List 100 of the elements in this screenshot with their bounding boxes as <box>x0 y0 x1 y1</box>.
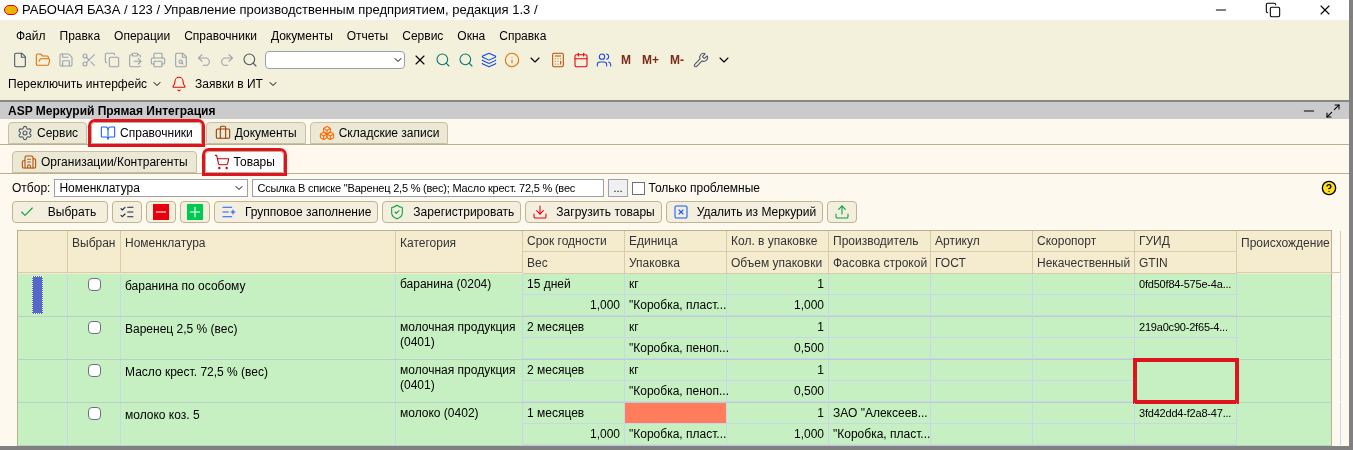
row-checkbox[interactable] <box>87 278 101 291</box>
boxes-icon[interactable] <box>318 125 335 141</box>
menu-item[interactable]: Операции <box>114 27 171 45</box>
table-cell: баранина по особому <box>125 279 246 293</box>
window-title: РАБОЧАЯ БАЗА / 123 / Управление производственным предприятием, редакция 1.3 / <box>22 1 538 20</box>
table-cell: "Коробка, пеноп... <box>625 381 727 402</box>
find-previous-icon[interactable] <box>458 52 474 68</box>
table-cell: 219a0c90-2f65-4... <box>1135 317 1237 338</box>
memory-button[interactable]: M <box>619 51 633 69</box>
memory-button[interactable]: M- <box>668 51 686 69</box>
menu-item[interactable]: Отчеты <box>346 27 389 45</box>
menu-item[interactable]: Справочники <box>184 27 257 45</box>
column-header[interactable]: Производитель <box>829 231 930 252</box>
table-cell: "Коробка, пласт... <box>625 295 727 316</box>
problem-only-checkbox[interactable] <box>631 181 645 195</box>
tab[interactable]: Товары <box>204 151 284 173</box>
find-next-icon[interactable] <box>435 52 451 68</box>
column-header[interactable]: Упаковка <box>625 252 726 273</box>
checklist-icon[interactable] <box>119 204 135 220</box>
menu-item[interactable]: Сервис <box>402 27 444 45</box>
info-icon[interactable] <box>504 52 520 68</box>
column-header[interactable]: ГОСТ <box>931 252 1032 273</box>
row-checkbox[interactable] <box>87 321 101 334</box>
tab[interactable]: Организации/Контрагенты <box>12 151 197 173</box>
building-icon[interactable] <box>21 154 37 170</box>
column-header[interactable]: Единица <box>625 231 726 252</box>
table-cell: 1,000 <box>727 295 829 316</box>
table-cell: 0,500 <box>727 381 829 402</box>
book-icon[interactable] <box>100 125 117 141</box>
menu-item[interactable]: Документы <box>270 27 333 45</box>
memory-button[interactable]: M+ <box>640 51 661 69</box>
filter-value-field[interactable]: Ссылка В списке "Варенец 2,5 % (вес); Масло крест. 72,5 % (вес <box>252 179 605 197</box>
action-button[interactable]: Зарегистрировать <box>382 201 522 223</box>
icon-button[interactable] <box>146 201 176 223</box>
tab[interactable]: Складские записи <box>309 122 449 144</box>
preview-icon[interactable] <box>173 52 189 68</box>
column-header[interactable]: Кол. в упаковке <box>727 231 828 252</box>
it-requests-button[interactable]: Заявки в ИТ <box>195 75 279 93</box>
save-icon[interactable] <box>58 52 74 68</box>
checkbox-label: Только проблемные <box>648 180 761 197</box>
column-header[interactable]: Объем упаковки <box>727 252 828 273</box>
wrench-icon[interactable] <box>693 52 709 68</box>
new-document-icon[interactable] <box>12 52 28 68</box>
column-header[interactable]: Фасовка строкой <box>829 252 930 273</box>
filter-label: Отбор: <box>12 180 51 197</box>
column-header[interactable]: ГУИД <box>1135 231 1236 252</box>
column-header[interactable]: GTIN <box>1135 252 1236 273</box>
users-icon[interactable] <box>596 52 612 68</box>
menu-item[interactable]: Правка <box>59 27 101 45</box>
list-icon[interactable] <box>221 204 237 220</box>
column-header[interactable]: Происхождение <box>1237 231 1341 273</box>
search-icon[interactable] <box>242 52 258 68</box>
download-icon[interactable] <box>532 204 549 220</box>
icon-button[interactable] <box>112 201 142 223</box>
row-checkbox[interactable] <box>87 364 101 377</box>
more-button[interactable]: ... <box>608 179 628 197</box>
column-header[interactable]: Номенклатура <box>121 231 396 273</box>
switch-interface-button[interactable]: Переключить интерфейс <box>8 75 164 93</box>
tab[interactable]: Справочники <box>91 122 202 144</box>
paste-icon[interactable] <box>127 52 143 68</box>
upload-icon[interactable] <box>834 204 851 220</box>
filter-field-select[interactable]: Номенклатура <box>54 179 249 197</box>
row-checkbox[interactable] <box>87 407 101 420</box>
briefcase-icon[interactable] <box>214 125 231 141</box>
table-cell: баранина (0204) <box>400 277 492 291</box>
windows-icon[interactable] <box>481 52 497 68</box>
print-icon[interactable] <box>150 52 166 68</box>
cart-icon[interactable] <box>213 154 230 170</box>
action-button[interactable]: Удалить из Меркурий <box>665 201 824 223</box>
copy-icon[interactable] <box>104 52 120 68</box>
column-header[interactable]: Вес <box>523 252 624 273</box>
menu-item[interactable]: Файл <box>16 27 46 45</box>
delete-icon[interactable] <box>672 204 689 220</box>
action-button[interactable]: Групповое заполнение <box>214 201 379 223</box>
table-cell: 0,500 <box>727 338 829 359</box>
tab[interactable]: Документы <box>205 122 306 144</box>
column-header[interactable]: Категория <box>396 231 523 273</box>
subwindow-title: ASP Меркурий Прямая Интеграция <box>8 102 216 120</box>
calendar-icon[interactable] <box>573 52 589 68</box>
shield-icon[interactable] <box>389 204 406 220</box>
folder-icon[interactable] <box>35 52 51 68</box>
action-button[interactable]: Выбрать <box>12 201 108 223</box>
help-icon[interactable] <box>1321 180 1337 196</box>
cut-icon[interactable] <box>81 52 97 68</box>
column-header[interactable]: Срок годности <box>523 231 624 252</box>
search-field[interactable] <box>265 51 405 69</box>
column-header[interactable]: Выбран <box>68 231 121 273</box>
menu-item[interactable]: Окна <box>457 27 486 45</box>
table-cell: 1 <box>727 317 829 338</box>
column-header[interactable]: Некачественный <box>1033 252 1134 273</box>
gear-icon[interactable] <box>17 125 33 141</box>
column-header[interactable]: Скоропорт <box>1033 231 1134 252</box>
table-cell: молочная продукция (0401) <box>400 363 516 392</box>
action-button[interactable]: Загрузить товары <box>525 201 662 223</box>
column-header[interactable]: Артикул <box>931 231 1032 252</box>
bell-icon[interactable] <box>171 76 188 92</box>
table-cell: 1,000 <box>727 424 829 445</box>
tab[interactable]: Сервис <box>8 122 88 144</box>
calculator-icon[interactable] <box>550 52 566 68</box>
menu-item[interactable]: Справка <box>499 27 547 45</box>
